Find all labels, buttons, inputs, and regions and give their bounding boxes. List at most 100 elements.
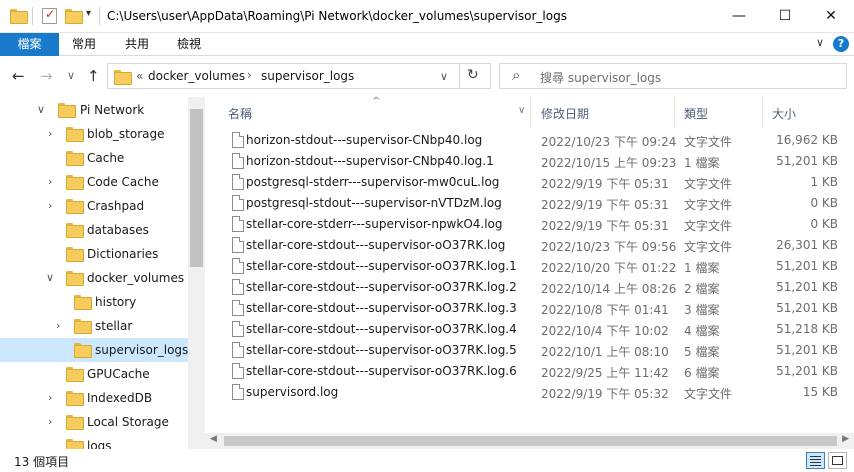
text-file-icon — [232, 321, 244, 337]
file-row[interactable]: stellar-core-stdout---supervisor-oO37RK.… — [224, 319, 844, 340]
tree-item-indexeddb[interactable]: › IndexedDB — [0, 386, 188, 410]
tree-item-code-cache[interactable]: › Code Cache — [0, 170, 188, 194]
file-name: horizon-stdout---supervisor-CNbp40.log — [246, 133, 483, 147]
forward-icon[interactable]: → — [40, 67, 53, 85]
address-bar[interactable]: « docker_volumes › supervisor_logs ∨ ↻ — [107, 63, 491, 89]
folder-icon — [66, 151, 84, 166]
file-row[interactable]: stellar-core-stdout---supervisor-oO37RK.… — [224, 256, 844, 277]
file-row[interactable]: stellar-core-stdout---supervisor-oO37RK.… — [224, 298, 844, 319]
file-row[interactable]: postgresql-stdout---supervisor-nVTDzM.lo… — [224, 193, 844, 214]
recent-locations-icon[interactable]: ∨ — [67, 69, 75, 82]
file-name: stellar-core-stdout---supervisor-oO37RK.… — [246, 280, 517, 294]
chevron-down-icon[interactable]: ∨ — [518, 105, 525, 116]
column-header-size[interactable]: 大小 — [763, 97, 851, 127]
file-name: stellar-core-stdout---supervisor-oO37RK.… — [246, 259, 517, 273]
navigation-scrollbar-thumb[interactable] — [190, 109, 203, 267]
tree-item-stellar[interactable]: › stellar — [0, 314, 188, 338]
tab-home[interactable]: 常用 — [59, 33, 109, 56]
tree-item-history[interactable]: history — [0, 290, 188, 314]
details-view-button[interactable] — [806, 452, 825, 469]
chevron-right-icon[interactable]: › — [48, 199, 52, 212]
back-icon[interactable]: ← — [12, 67, 25, 85]
file-type: 6 檔案 — [684, 366, 720, 380]
chevron-right-icon[interactable]: › — [56, 319, 60, 332]
refresh-icon[interactable]: ↻ — [467, 67, 479, 83]
customize-quick-access-icon[interactable]: ▾ — [86, 8, 91, 24]
maximize-button[interactable]: ☐ — [762, 0, 808, 32]
scroll-left-icon[interactable]: ◀ — [210, 434, 217, 444]
file-name: stellar-core-stdout---supervisor-oO37RK.… — [246, 322, 517, 336]
file-row[interactable]: postgresql-stderr---supervisor-mw0cuL.lo… — [224, 172, 844, 193]
chevron-down-icon[interactable]: ∨ — [46, 271, 54, 284]
new-folder-icon[interactable] — [65, 9, 83, 25]
file-row[interactable]: stellar-core-stdout---supervisor-oO37RK.… — [224, 235, 844, 256]
large-icons-view-button[interactable] — [828, 452, 847, 469]
folder-icon — [74, 319, 92, 334]
file-row[interactable]: stellar-core-stderr---supervisor-npwkO4.… — [224, 214, 844, 235]
file-name: stellar-core-stdout---supervisor-oO37RK.… — [246, 343, 517, 357]
tab-file[interactable]: 檔案 — [0, 33, 59, 56]
file-type: 3 檔案 — [684, 303, 720, 317]
chevron-right-icon[interactable]: › — [48, 391, 52, 404]
folder-icon — [10, 9, 28, 25]
divider — [459, 64, 460, 88]
tree-item-cache[interactable]: Cache — [0, 146, 188, 170]
file-date: 2022/10/15 上午 09:23 — [541, 156, 677, 170]
help-icon[interactable]: ? — [833, 36, 849, 52]
file-size: 51,201 KB — [776, 301, 838, 315]
chevron-down-icon[interactable]: ∨ — [37, 103, 45, 116]
tree-item-logs[interactable]: logs — [0, 434, 188, 449]
tree-item-gpucache[interactable]: GPUCache — [0, 362, 188, 386]
file-size: 51,201 KB — [776, 364, 838, 378]
tree-item-docker-volumes[interactable]: ∨ docker_volumes — [0, 266, 188, 290]
tree-item-pi-network[interactable]: ∨ Pi Network — [0, 98, 188, 122]
column-header-label: 名稱 — [228, 107, 253, 121]
column-header-date[interactable]: 修改日期 — [531, 97, 675, 127]
file-name: postgresql-stdout---supervisor-nVTDzM.lo… — [246, 196, 502, 210]
file-type: 5 檔案 — [684, 345, 720, 359]
minimize-button[interactable]: — — [716, 0, 762, 32]
title-bar: ✓ ▾ C:\Users\user\AppData\Roaming\Pi Net… — [0, 0, 854, 33]
breadcrumb-docker-volumes[interactable]: docker_volumes — [148, 69, 245, 83]
ribbon-expand-icon[interactable]: ∨ — [816, 36, 824, 49]
tab-share[interactable]: 共用 — [112, 33, 162, 56]
breadcrumb-overflow-icon[interactable]: « — [136, 69, 143, 83]
chevron-right-icon[interactable]: › — [48, 175, 52, 188]
up-icon[interactable]: ↑ — [87, 67, 100, 85]
tab-view[interactable]: 檢視 — [164, 33, 214, 56]
column-header-label: 大小 — [772, 107, 797, 121]
properties-icon[interactable]: ✓ — [42, 7, 57, 24]
tree-item-supervisor-logs[interactable]: supervisor_logs — [0, 338, 188, 362]
file-row[interactable]: stellar-core-stdout---supervisor-oO37RK.… — [224, 277, 844, 298]
scroll-right-icon[interactable]: ▶ — [842, 434, 849, 444]
tree-item-crashpad[interactable]: › Crashpad — [0, 194, 188, 218]
chevron-right-icon[interactable]: › — [48, 127, 52, 140]
text-file-icon — [232, 363, 244, 379]
file-name: supervisord.log — [246, 385, 339, 399]
search-box[interactable]: ⌕ 搜尋 supervisor_logs — [499, 63, 847, 89]
column-header-name[interactable]: 名稱 ^ ∨ — [224, 96, 531, 127]
breadcrumb-separator-icon[interactable]: › — [247, 68, 252, 82]
tree-item-dictionaries[interactable]: Dictionaries — [0, 242, 188, 266]
file-name: stellar-core-stdout---supervisor-oO37RK.… — [246, 301, 517, 315]
folder-icon — [66, 271, 84, 286]
file-row[interactable]: stellar-core-stdout---supervisor-oO37RK.… — [224, 361, 844, 382]
file-row[interactable]: horizon-stdout---supervisor-CNbp40.log.1… — [224, 151, 844, 172]
divider — [32, 7, 33, 25]
file-name: stellar-core-stderr---supervisor-npwkO4.… — [246, 217, 503, 231]
tree-item-databases[interactable]: databases — [0, 218, 188, 242]
address-dropdown-icon[interactable]: ∨ — [440, 70, 448, 83]
tree-item-blob-storage[interactable]: › blob_storage — [0, 122, 188, 146]
breadcrumb-supervisor-logs[interactable]: supervisor_logs — [261, 69, 354, 83]
file-list-horizontal-scrollbar-thumb[interactable] — [224, 436, 837, 446]
chevron-right-icon[interactable]: › — [48, 415, 52, 428]
file-row[interactable]: stellar-core-stdout---supervisor-oO37RK.… — [224, 340, 844, 361]
tree-item-local-storage[interactable]: › Local Storage — [0, 410, 188, 434]
close-button[interactable]: ✕ — [808, 0, 854, 32]
column-header-type[interactable]: 類型 — [675, 97, 763, 127]
navigation-pane: ∨ Pi Network › blob_storage Cache › Code… — [0, 97, 188, 449]
tree-item-label: docker_volumes — [87, 271, 185, 285]
large-icons-view-icon — [832, 456, 843, 465]
file-row[interactable]: supervisord.log 2022/9/19 下午 05:32 文字文件 15 … — [224, 382, 844, 403]
file-row[interactable]: horizon-stdout---supervisor-CNbp40.log 20… — [224, 130, 844, 151]
